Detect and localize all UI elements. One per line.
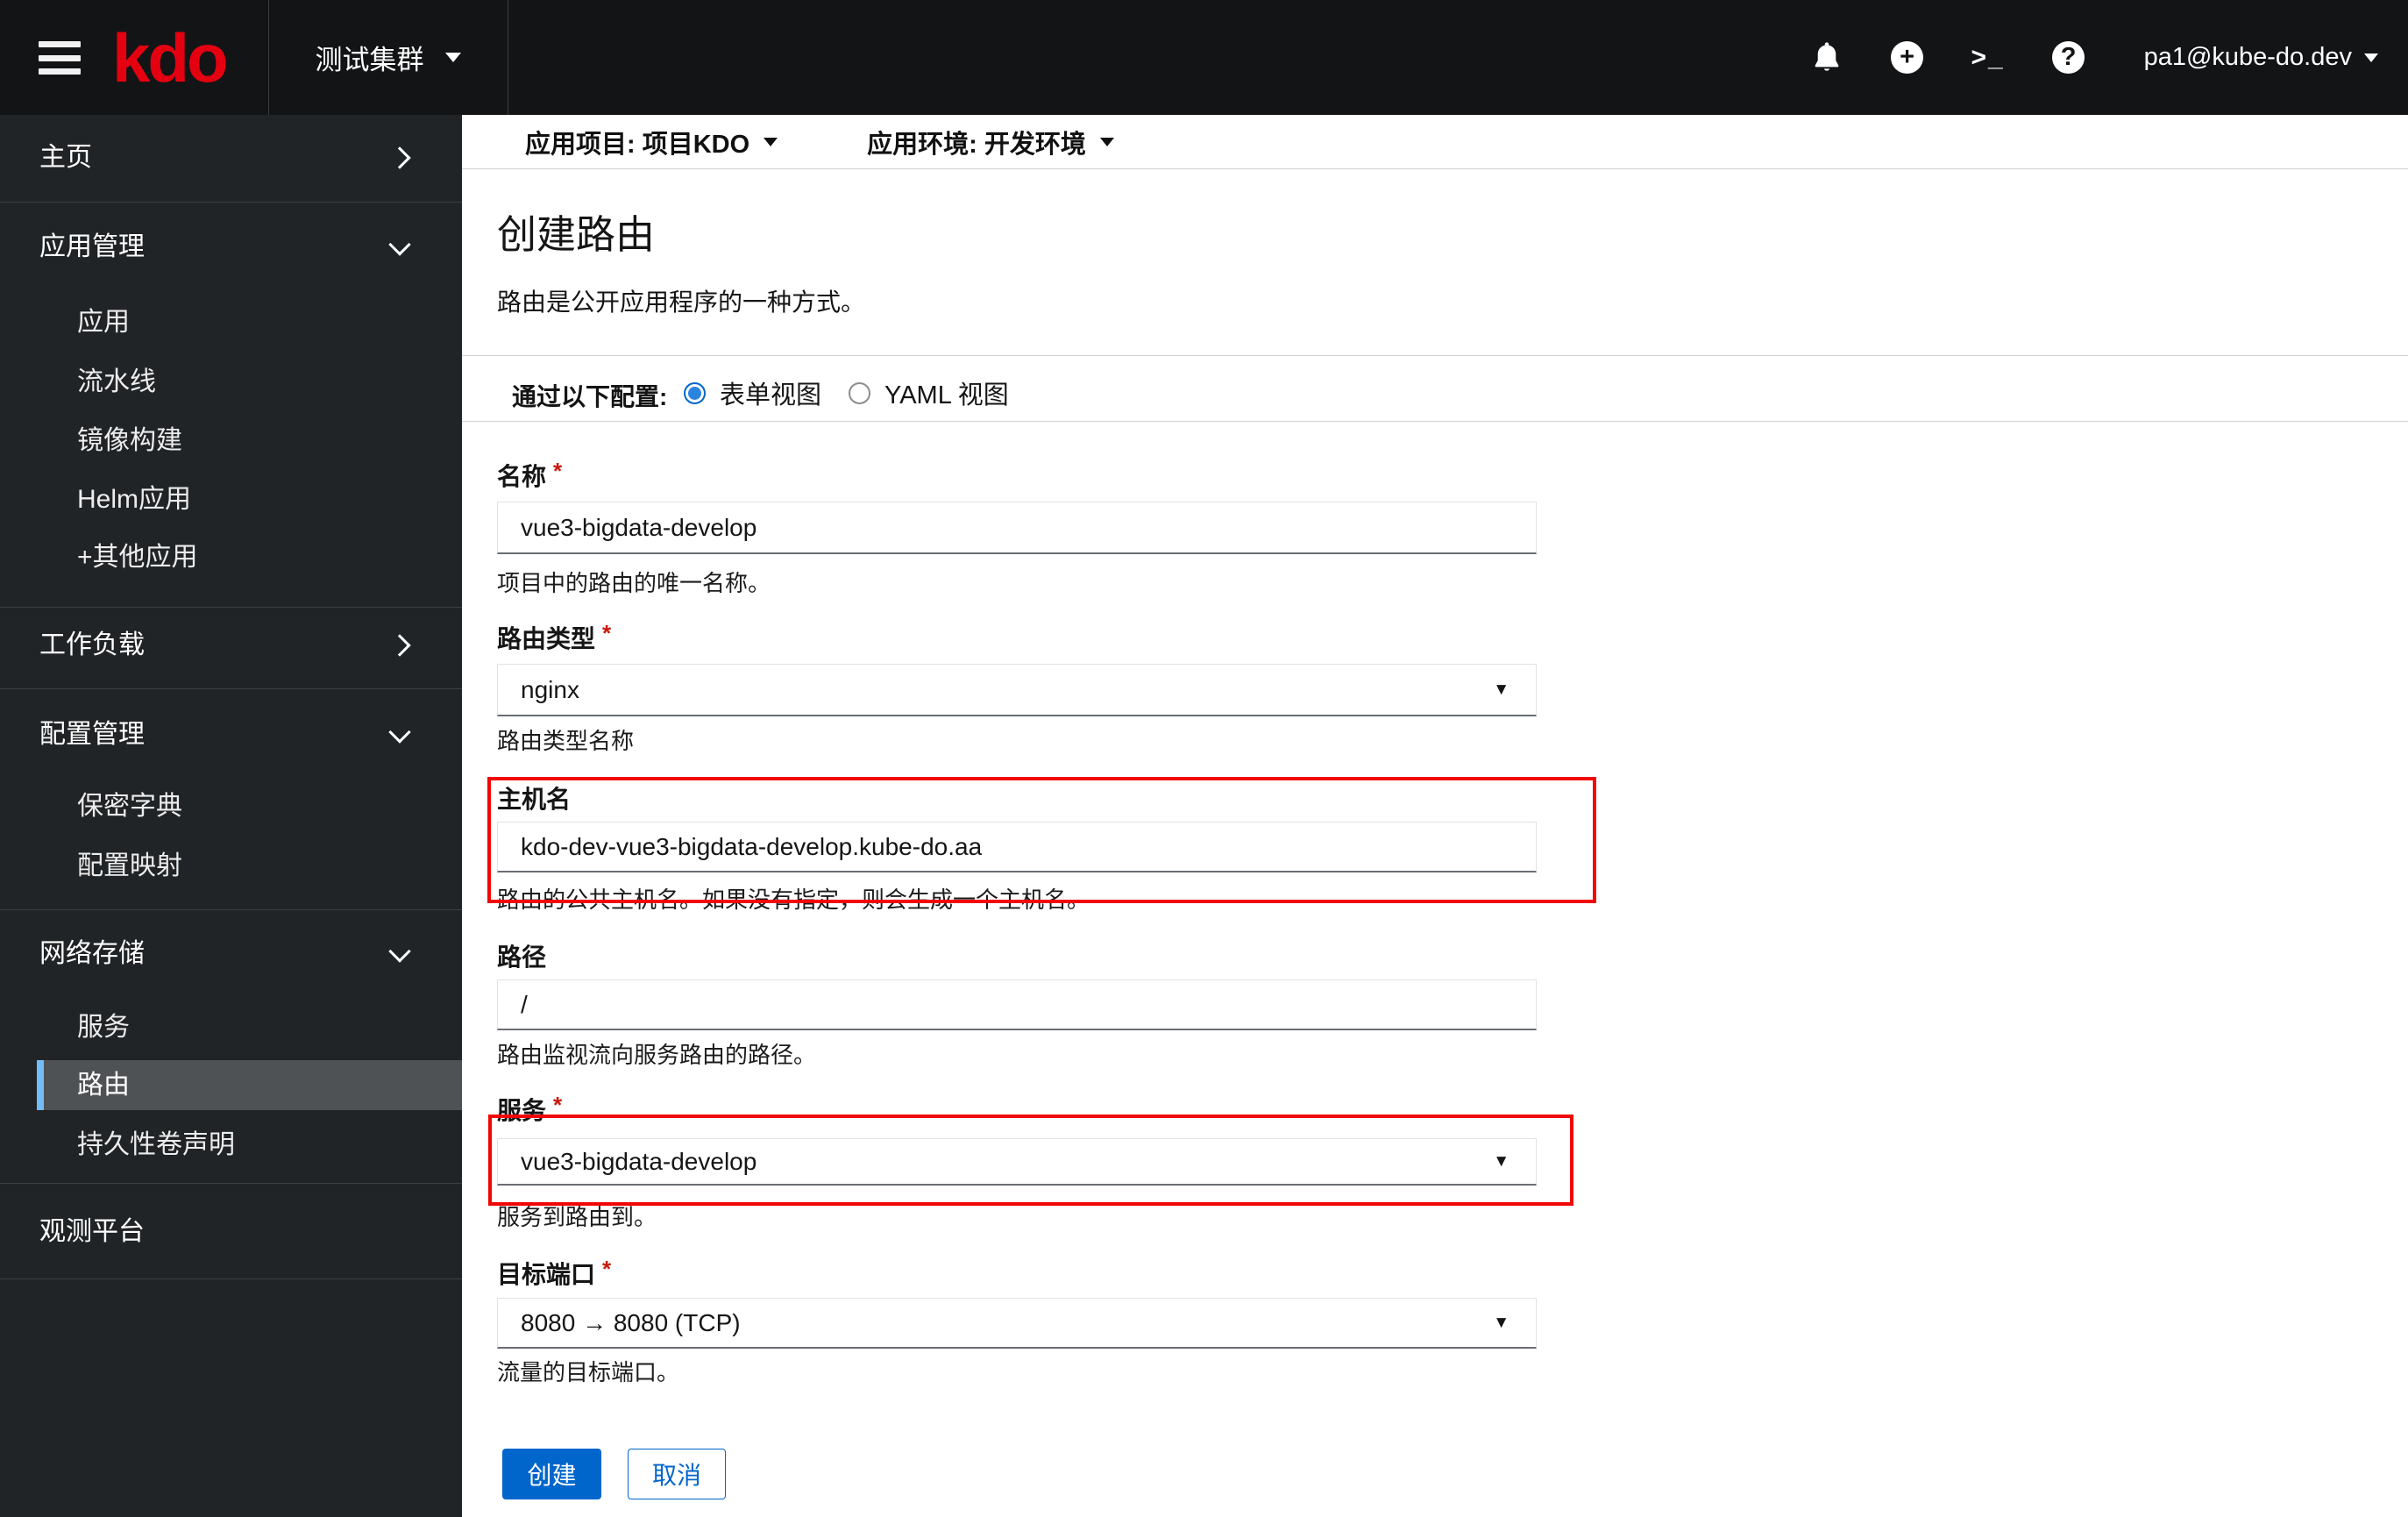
kdo-logo[interactable]: kdo: [112, 19, 229, 96]
target-port-helper: 流量的目标端口。: [497, 1359, 680, 1385]
sidebar-item-helm-apps[interactable]: Helm应用: [0, 482, 462, 517]
question-glyph: ?: [2052, 41, 2085, 74]
divider: [462, 421, 2408, 422]
notifications-bell-icon[interactable]: [1809, 40, 1844, 75]
sidebar-item-observability[interactable]: 观测平台: [0, 1214, 462, 1250]
path-input[interactable]: [497, 979, 1537, 1030]
sidebar-item-other-apps[interactable]: +其他应用: [0, 540, 462, 575]
sidebar-item-image-builds[interactable]: 镜像构建: [0, 424, 462, 459]
sidebar-item-routes-selected[interactable]: 路由: [37, 1060, 469, 1110]
chevron-down-icon: ▼: [1493, 1313, 1509, 1332]
chevron-down-icon: [388, 233, 411, 256]
service-select[interactable]: vue3-bigdata-develop ▼: [497, 1138, 1537, 1186]
radio-unselected-icon: [849, 381, 870, 404]
cluster-name: 测试集群: [315, 45, 424, 75]
name-input[interactable]: [497, 502, 1537, 554]
environment-selector[interactable]: 应用环境: 开发环境: [867, 124, 1114, 160]
chevron-down-icon: [1099, 137, 1114, 146]
target-port-select[interactable]: 8080 → 8080 (TCP) ▼: [497, 1298, 1537, 1349]
chevron-right-icon: [388, 634, 411, 657]
sidebar-nav: 主页 应用管理 应用 流水线 镜像构建 Helm应用 +其他应用 工作负载 配置…: [0, 115, 469, 1517]
sidebar-item-applications[interactable]: 应用: [0, 305, 462, 340]
create-button[interactable]: 创建: [502, 1449, 601, 1499]
hostname-helper: 路由的公共主机名。如果没有指定，则会生成一个主机名。: [497, 887, 1090, 913]
page-title: 创建路由: [497, 212, 656, 257]
sidebar-item-home[interactable]: 主页: [0, 140, 462, 175]
route-type-select[interactable]: nginx ▼: [497, 664, 1537, 716]
radio-selected-icon: [684, 381, 706, 404]
main-content: 应用项目: 项目KDO 应用环境: 开发环境 创建路由 路由是公开应用程序的一种…: [462, 115, 2408, 1517]
view-toggle-label: 通过以下配置:: [512, 383, 668, 410]
masthead-toolbar: + >_ ? pa1@kube-do.dev: [1809, 0, 2378, 115]
add-icon[interactable]: +: [1890, 40, 1925, 75]
chevron-down-icon: [764, 137, 778, 146]
service-helper: 服务到路由到。: [497, 1204, 657, 1230]
name-helper: 项目中的路由的唯一名称。: [497, 570, 771, 596]
sidebar-item-network-storage[interactable]: 网络存储: [0, 937, 462, 972]
chevron-down-icon: [444, 53, 461, 62]
project-selector[interactable]: 应用项目: 项目KDO: [525, 124, 778, 160]
divider: [0, 1183, 462, 1184]
divider: [0, 607, 462, 608]
chevron-down-icon: [388, 721, 411, 744]
sidebar-item-services[interactable]: 服务: [0, 1010, 462, 1045]
chevron-down-icon: [2364, 53, 2378, 62]
divider: [462, 355, 2408, 356]
service-label: 服务 *: [497, 1092, 563, 1124]
cancel-button[interactable]: 取消: [628, 1449, 726, 1499]
chevron-right-icon: [388, 146, 411, 169]
required-asterisk: *: [602, 1256, 612, 1282]
plus-glyph: +: [1891, 41, 1924, 74]
divider: [0, 688, 462, 689]
chevron-down-icon: [388, 940, 411, 963]
user-menu[interactable]: pa1@kube-do.dev: [2144, 43, 2378, 72]
path-label: 路径: [497, 944, 547, 971]
divider: [0, 1278, 462, 1279]
required-asterisk: *: [602, 620, 612, 646]
radio-form-view[interactable]: 表单视图: [684, 374, 821, 411]
hostname-input[interactable]: [497, 822, 1537, 872]
sidebar-item-configmaps[interactable]: 配置映射: [0, 849, 462, 884]
sidebar-item-config-management[interactable]: 配置管理: [0, 717, 462, 752]
path-helper: 路由监视流向服务路由的路径。: [497, 1042, 817, 1068]
sidebar-item-app-management[interactable]: 应用管理: [0, 230, 462, 265]
sidebar-item-secrets[interactable]: 保密字典: [0, 789, 462, 824]
target-port-label: 目标端口 *: [497, 1256, 612, 1288]
username: pa1@kube-do.dev: [2143, 43, 2352, 71]
chevron-down-icon: ▼: [1493, 1151, 1509, 1171]
page-description: 路由是公开应用程序的一种方式。: [497, 288, 866, 316]
context-bar: 应用项目: 项目KDO 应用环境: 开发环境: [462, 115, 2408, 169]
route-type-helper: 路由类型名称: [497, 728, 635, 754]
sidebar-item-pvc[interactable]: 持久性卷声明: [0, 1128, 462, 1163]
route-type-label: 路由类型 *: [497, 620, 612, 652]
radio-yaml-view[interactable]: YAML 视图: [849, 374, 1009, 411]
required-asterisk: *: [553, 458, 563, 484]
masthead: kdo 测试集群 + >_ ? pa1@kube-do.dev: [0, 0, 2408, 115]
required-asterisk: *: [553, 1092, 563, 1118]
terminal-icon[interactable]: >_: [1971, 40, 2006, 75]
name-label: 名称 *: [497, 458, 563, 490]
hostname-label: 主机名: [497, 786, 572, 813]
divider: [0, 909, 462, 910]
help-icon[interactable]: ?: [2051, 40, 2086, 75]
sidebar-item-workloads[interactable]: 工作负载: [0, 628, 462, 663]
sidebar-item-pipelines[interactable]: 流水线: [0, 365, 462, 400]
kdo-console: kdo 测试集群 + >_ ? pa1@kube-do.dev 主页 应用管理 …: [0, 0, 2408, 1517]
divider: [0, 202, 462, 203]
chevron-down-icon: ▼: [1493, 680, 1509, 699]
cluster-selector[interactable]: 测试集群: [268, 0, 508, 115]
menu-toggle-icon[interactable]: [39, 41, 81, 75]
